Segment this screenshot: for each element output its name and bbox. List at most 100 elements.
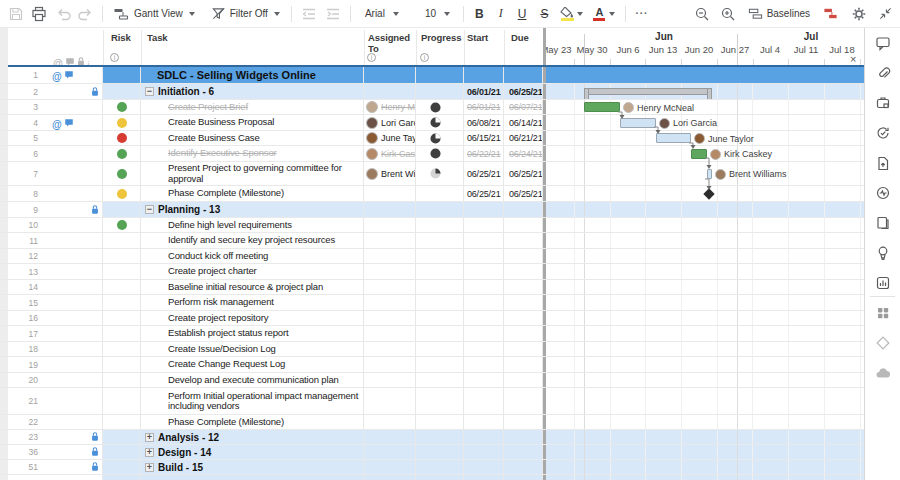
risk-cell[interactable] bbox=[103, 357, 141, 372]
info-icon[interactable]: i bbox=[420, 53, 429, 62]
task-cell[interactable]: Present Project to governing committee f… bbox=[141, 162, 364, 185]
summary-icon[interactable] bbox=[875, 215, 891, 235]
progress-cell[interactable] bbox=[416, 162, 464, 185]
task-cell[interactable]: Create Issue/Decision Log bbox=[141, 342, 364, 356]
outdent-button[interactable] bbox=[301, 6, 317, 22]
baselines-icon[interactable] bbox=[748, 6, 763, 21]
gantt-cell[interactable] bbox=[546, 445, 864, 459]
expand-toggle[interactable]: + bbox=[145, 448, 154, 457]
start-cell[interactable] bbox=[464, 264, 504, 279]
risk-cell[interactable] bbox=[103, 162, 141, 185]
start-cell[interactable] bbox=[464, 388, 504, 414]
start-cell[interactable] bbox=[464, 342, 504, 356]
progress-cell[interactable] bbox=[416, 67, 464, 83]
progress-cell[interactable] bbox=[416, 373, 464, 387]
assigned-cell[interactable] bbox=[364, 249, 416, 263]
row-number[interactable]: 8 bbox=[8, 186, 46, 201]
row-number[interactable]: 6 bbox=[8, 146, 46, 161]
start-cell[interactable] bbox=[464, 445, 504, 459]
progress-cell[interactable] bbox=[416, 84, 464, 99]
due-cell[interactable] bbox=[504, 295, 543, 310]
start-cell[interactable] bbox=[464, 218, 504, 232]
font-family-select[interactable]: Arial bbox=[365, 8, 385, 19]
due-cell[interactable] bbox=[504, 326, 543, 341]
progress-cell[interactable] bbox=[416, 295, 464, 310]
row-at-icon[interactable]: @ bbox=[52, 67, 62, 83]
gantt-bar[interactable] bbox=[707, 169, 712, 179]
progress-cell[interactable] bbox=[416, 186, 464, 201]
task-cell[interactable]: Create Project Brief bbox=[141, 100, 364, 114]
start-cell[interactable] bbox=[464, 475, 504, 480]
start-cell[interactable] bbox=[464, 233, 504, 248]
start-cell[interactable]: 06/15/21 bbox=[464, 131, 504, 145]
due-cell[interactable]: 06/25/21 bbox=[504, 84, 543, 99]
row-number[interactable]: 13 bbox=[8, 264, 46, 279]
start-cell[interactable] bbox=[464, 202, 504, 217]
row-lock-icon[interactable] bbox=[90, 430, 100, 444]
gantt-bar[interactable] bbox=[691, 149, 707, 159]
column-header-assigned[interactable]: Assigned To bbox=[368, 33, 414, 54]
risk-dot-yellow[interactable] bbox=[117, 118, 127, 128]
row-lock-icon[interactable] bbox=[90, 445, 100, 459]
start-cell[interactable] bbox=[464, 67, 504, 83]
progress-cell[interactable] bbox=[416, 249, 464, 263]
start-cell[interactable] bbox=[464, 311, 504, 325]
row-number[interactable] bbox=[8, 475, 46, 480]
start-cell[interactable]: 06/25/21 bbox=[464, 162, 504, 185]
expand-toggle[interactable]: + bbox=[145, 463, 154, 472]
column-header-progress[interactable]: Progress bbox=[421, 33, 465, 44]
progress-cell[interactable] bbox=[416, 326, 464, 341]
risk-cell[interactable] bbox=[103, 445, 141, 459]
assigned-cell[interactable] bbox=[364, 460, 416, 474]
assigned-cell[interactable]: June Taylor bbox=[364, 131, 416, 145]
gantt-cell[interactable]: Kirk Caskey bbox=[546, 146, 864, 161]
due-cell[interactable] bbox=[504, 249, 543, 263]
row-number[interactable]: 17 bbox=[8, 326, 46, 341]
progress-cell[interactable] bbox=[416, 100, 464, 114]
progress-cell[interactable] bbox=[416, 475, 464, 480]
row-number[interactable]: 11 bbox=[8, 233, 46, 248]
task-cell[interactable]: −Planning - 13 bbox=[141, 202, 364, 217]
due-cell[interactable] bbox=[504, 475, 543, 480]
save-button[interactable] bbox=[8, 6, 24, 22]
activity-log-icon[interactable] bbox=[875, 185, 891, 205]
start-cell[interactable] bbox=[464, 295, 504, 310]
task-cell[interactable]: Perform Initial operational impact manag… bbox=[141, 388, 364, 414]
risk-cell[interactable] bbox=[103, 311, 141, 325]
due-cell[interactable] bbox=[504, 67, 543, 83]
gantt-cell[interactable]: Lori Garcia bbox=[546, 115, 864, 130]
due-cell[interactable]: 06/25/21 bbox=[504, 186, 543, 201]
comments-icon[interactable] bbox=[875, 35, 891, 55]
risk-cell[interactable] bbox=[103, 264, 141, 279]
row-number[interactable]: 2 bbox=[8, 84, 46, 99]
progress-cell[interactable] bbox=[416, 430, 464, 444]
font-size-caret-icon[interactable] bbox=[444, 12, 450, 16]
risk-dot-red[interactable] bbox=[117, 133, 127, 143]
task-cell[interactable]: Establish project status report bbox=[141, 326, 364, 341]
task-cell[interactable]: Identify Executive Sponsor bbox=[141, 146, 364, 161]
column-header-due[interactable]: Due bbox=[511, 33, 539, 44]
work-insights-icon[interactable] bbox=[875, 275, 891, 295]
row-comment-icon[interactable] bbox=[64, 67, 74, 83]
brandfolder-icon[interactable] bbox=[875, 245, 891, 265]
risk-cell[interactable] bbox=[103, 373, 141, 387]
risk-cell[interactable] bbox=[103, 415, 141, 429]
assigned-cell[interactable] bbox=[364, 475, 416, 480]
gantt-bar[interactable] bbox=[656, 133, 691, 143]
start-cell[interactable]: 06/25/21 bbox=[464, 186, 504, 201]
progress-cell[interactable] bbox=[416, 342, 464, 356]
publish-icon[interactable] bbox=[875, 155, 891, 175]
update-requests-icon[interactable] bbox=[875, 125, 891, 145]
apps-icon[interactable] bbox=[875, 305, 891, 325]
gantt-cell[interactable] bbox=[546, 249, 864, 263]
gantt-cell[interactable] bbox=[546, 280, 864, 294]
task-cell[interactable]: Create project charter bbox=[141, 264, 364, 279]
gantt-cell[interactable]: Brent Williams bbox=[546, 162, 864, 185]
assigned-cell[interactable] bbox=[364, 388, 416, 414]
proofs-icon[interactable] bbox=[875, 95, 891, 115]
start-cell[interactable] bbox=[464, 357, 504, 372]
start-cell[interactable]: 06/01/21 bbox=[464, 100, 504, 114]
assigned-cell[interactable] bbox=[364, 295, 416, 310]
expand-toggle[interactable]: − bbox=[145, 205, 154, 214]
risk-cell[interactable] bbox=[103, 342, 141, 356]
